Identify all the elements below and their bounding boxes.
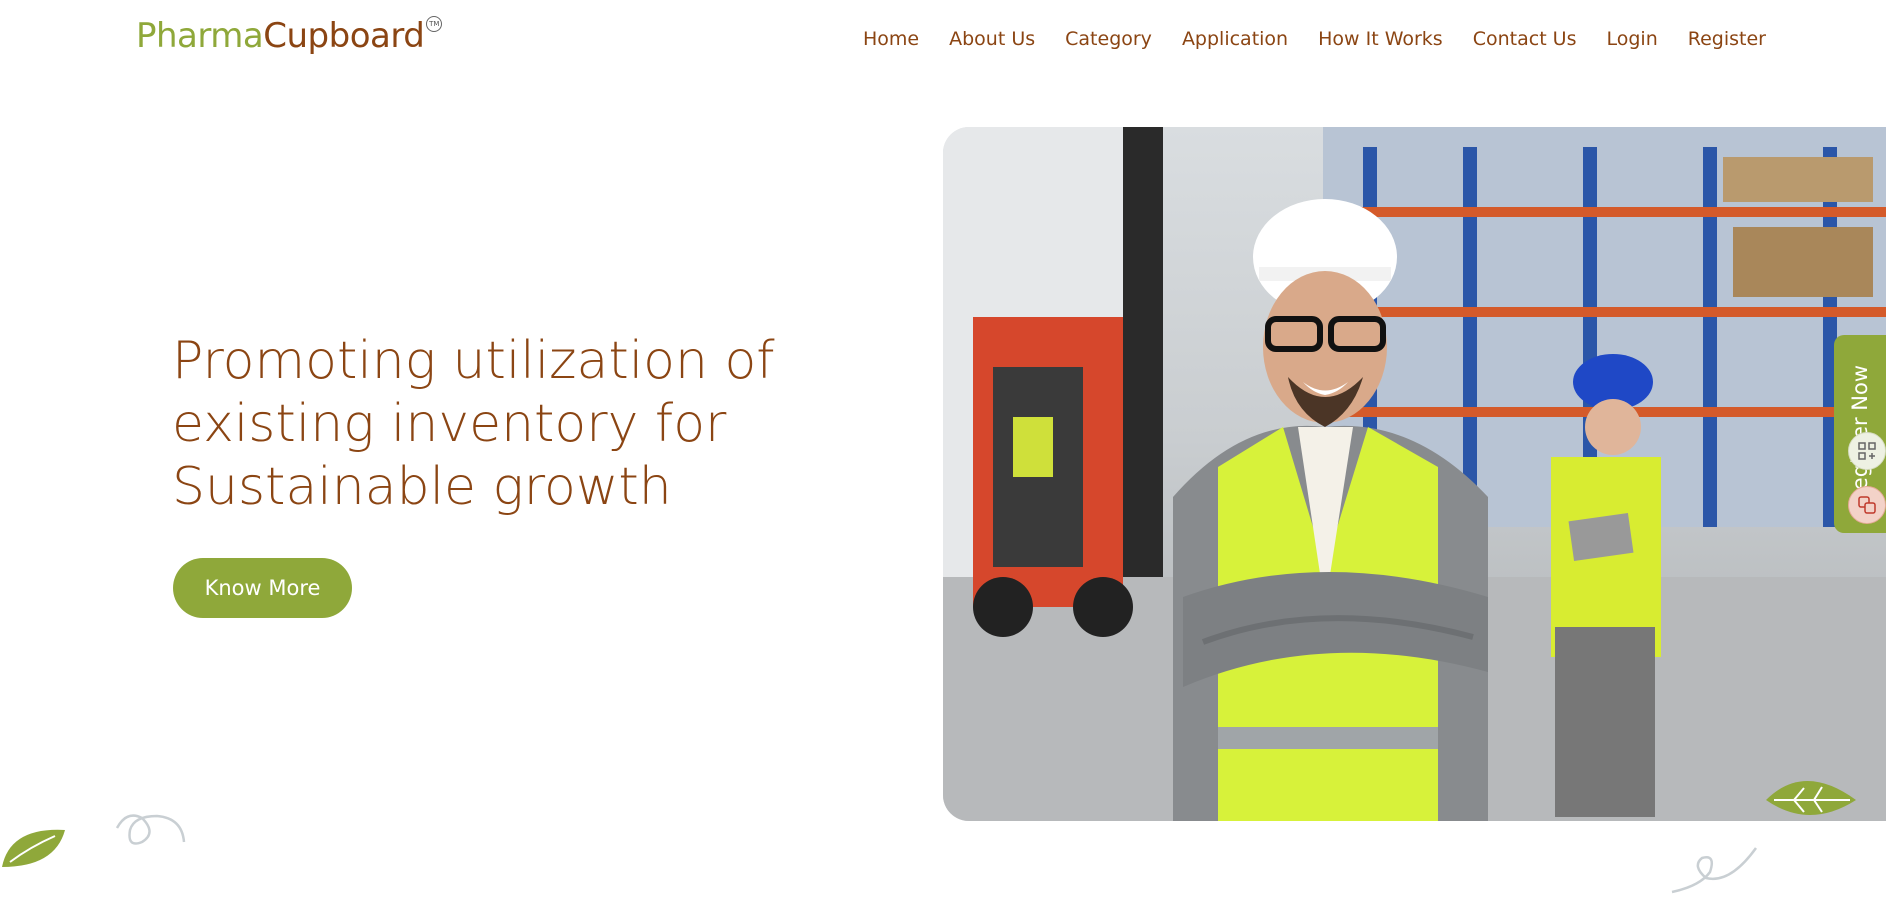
nav-contact-us[interactable]: Contact Us (1473, 28, 1577, 50)
nav-login[interactable]: Login (1607, 28, 1658, 50)
hero-title-line2: existing inventory for (172, 394, 727, 454)
nav-register[interactable]: Register (1688, 28, 1766, 50)
site-logo[interactable]: Pharma Cupboard TM (136, 16, 443, 56)
trademark-icon: TM (426, 16, 443, 32)
warehouse-photo (943, 127, 1886, 821)
hero-title-line3: Sustainable growth (172, 457, 672, 517)
know-more-button[interactable]: Know More (173, 558, 352, 618)
hero-title-line1: Promoting utilization of (172, 331, 775, 391)
nav-about-us[interactable]: About Us (949, 28, 1035, 50)
nav-category[interactable]: Category (1065, 28, 1152, 50)
swirl-icon (115, 814, 186, 845)
logo-text-pharma: Pharma (136, 16, 264, 56)
swirl-icon (1671, 847, 1758, 894)
leaf-icon (2, 829, 65, 867)
hero-image (943, 127, 1886, 821)
leaf-icon (1766, 781, 1856, 815)
nav-home[interactable]: Home (863, 28, 919, 50)
qr-icon[interactable] (1848, 432, 1886, 470)
hero-title: Promoting utilization of existing invent… (172, 330, 792, 519)
logo-text-cupboard: Cupboard (263, 16, 425, 56)
nav-how-it-works[interactable]: How It Works (1318, 28, 1443, 50)
translate-icon[interactable] (1848, 486, 1886, 524)
nav-application[interactable]: Application (1182, 28, 1288, 50)
main-nav: Home About Us Category Application How I… (863, 28, 1796, 50)
